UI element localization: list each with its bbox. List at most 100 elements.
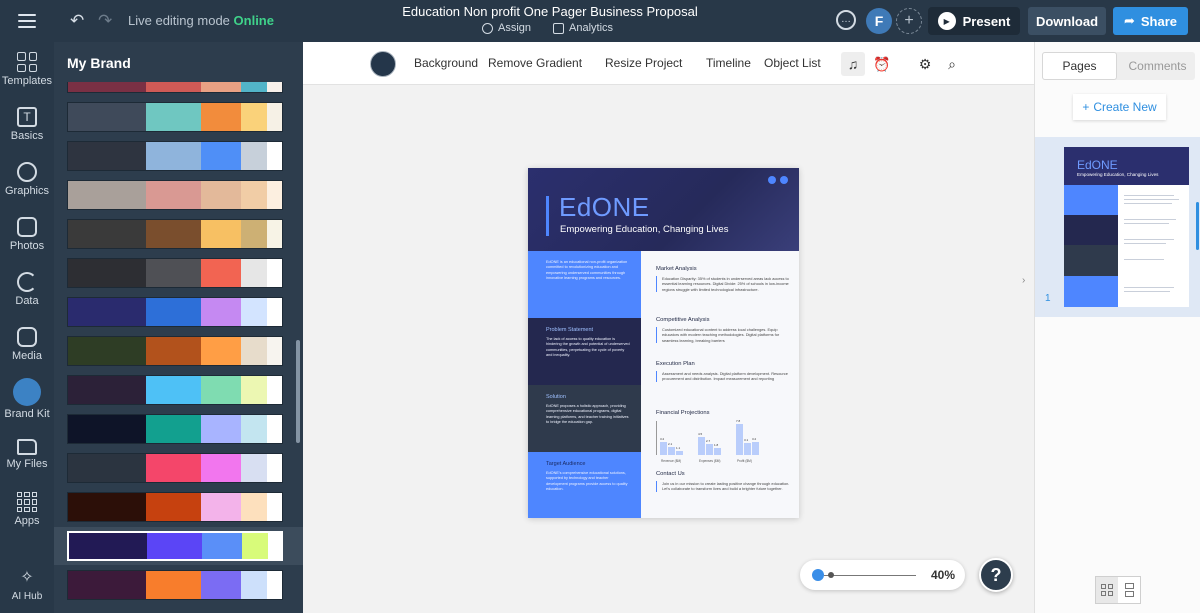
color-swatch[interactable]	[201, 181, 241, 209]
rail-item-my-files[interactable]: My Files	[0, 437, 54, 470]
color-swatch[interactable]	[202, 533, 242, 559]
financial-chart[interactable]: 3.2 2.1 1.1 Revenue ($M) 4.5 2.7 1.8 Expenses (…	[656, 419, 781, 463]
color-swatch[interactable]	[241, 181, 267, 209]
color-swatch[interactable]	[267, 103, 282, 131]
gear-icon[interactable]: ⚙	[913, 52, 937, 76]
color-swatch[interactable]	[146, 571, 201, 599]
palette-row[interactable]	[54, 137, 303, 175]
color-swatch[interactable]	[68, 415, 146, 443]
color-swatch[interactable]	[241, 337, 267, 365]
color-swatch[interactable]	[267, 493, 282, 521]
page-header[interactable]: EdONE Empowering Education, Changing Liv…	[528, 168, 799, 251]
color-swatch[interactable]	[201, 103, 241, 131]
search-image-icon[interactable]: ⌕	[940, 52, 964, 76]
color-swatch[interactable]	[267, 82, 282, 92]
color-swatch[interactable]	[146, 415, 201, 443]
color-swatch[interactable]	[201, 220, 241, 248]
color-swatch[interactable]	[201, 571, 241, 599]
competitive-analysis-section[interactable]: Competitive Analysis Customized educatio…	[656, 317, 791, 344]
rail-item-ai-hub[interactable]: ✧ AI Hub	[0, 568, 54, 602]
color-swatch[interactable]	[267, 259, 282, 287]
rail-item-brand-kit[interactable]: Brand Kit	[0, 378, 54, 420]
timeline-button[interactable]: Timeline	[706, 56, 751, 70]
panel-scrollbar[interactable]	[296, 340, 300, 443]
palette-row[interactable]	[54, 254, 303, 292]
document-page[interactable]: EdONE Empowering Education, Changing Liv…	[528, 168, 799, 518]
execution-plan-section[interactable]: Execution Plan Assessment and needs anal…	[656, 361, 791, 382]
color-swatch[interactable]	[201, 415, 241, 443]
palette-row[interactable]	[54, 527, 303, 565]
analytics-button[interactable]: Analytics	[553, 22, 613, 34]
color-swatch[interactable]	[241, 142, 267, 170]
color-swatch[interactable]	[69, 533, 147, 559]
palette-row[interactable]	[54, 176, 303, 214]
color-swatch[interactable]	[268, 533, 281, 559]
rail-item-photos[interactable]: Photos	[0, 217, 54, 252]
color-swatch[interactable]	[241, 571, 267, 599]
color-swatch[interactable]	[68, 142, 146, 170]
color-swatch[interactable]	[241, 103, 267, 131]
color-swatch[interactable]	[68, 103, 146, 131]
palette-row[interactable]	[54, 215, 303, 253]
palette-row[interactable]	[54, 488, 303, 526]
present-button[interactable]: ▶ Present	[928, 7, 1020, 35]
color-swatch[interactable]	[146, 82, 201, 92]
palette-row[interactable]	[54, 371, 303, 409]
share-button[interactable]: ➦ Share	[1113, 7, 1188, 35]
palette-row[interactable]	[54, 332, 303, 370]
hamburger-menu-icon[interactable]	[18, 14, 36, 28]
color-swatch[interactable]	[146, 142, 201, 170]
color-swatch[interactable]	[201, 376, 241, 404]
color-swatch[interactable]	[241, 493, 267, 521]
help-button[interactable]: ?	[979, 558, 1013, 592]
tab-pages[interactable]: Pages	[1042, 52, 1117, 80]
color-swatch[interactable]	[68, 571, 146, 599]
zoom-slider-knob[interactable]	[812, 569, 824, 581]
color-swatch[interactable]	[68, 298, 146, 326]
color-swatch[interactable]	[201, 493, 241, 521]
color-swatch[interactable]	[201, 337, 241, 365]
create-new-button[interactable]: + Create New	[1073, 94, 1166, 120]
color-swatch[interactable]	[241, 82, 267, 92]
zoom-track[interactable]	[824, 574, 916, 576]
grid-view-button[interactable]	[1096, 577, 1118, 603]
brand-tagline[interactable]: Empowering Education, Changing Lives	[560, 224, 728, 235]
palette-row[interactable]	[54, 293, 303, 331]
color-swatch[interactable]	[146, 103, 201, 131]
remove-gradient-button[interactable]: Remove Gradient	[488, 56, 582, 70]
resize-project-button[interactable]: Resize Project	[605, 56, 682, 70]
object-list-button[interactable]: Object List	[764, 56, 821, 70]
color-swatch[interactable]	[68, 337, 146, 365]
market-analysis-section[interactable]: Market Analysis Education Disparity: 35%…	[656, 266, 791, 293]
assign-button[interactable]: Assign	[482, 22, 531, 34]
problem-block[interactable]: Problem Statement The lack of access to …	[528, 318, 641, 385]
rail-item-data[interactable]: Data	[0, 272, 54, 307]
color-swatch[interactable]	[68, 181, 146, 209]
color-swatch[interactable]	[68, 493, 146, 521]
color-swatch[interactable]	[146, 298, 201, 326]
rail-item-templates[interactable]: Templates	[0, 52, 54, 87]
color-swatch[interactable]	[241, 298, 267, 326]
color-swatch[interactable]	[146, 454, 201, 482]
chat-icon[interactable]: …	[836, 10, 856, 30]
palette-row[interactable]	[54, 82, 303, 97]
color-swatch[interactable]	[201, 142, 241, 170]
color-swatch[interactable]	[68, 259, 146, 287]
rail-item-media[interactable]: Media	[0, 327, 54, 362]
color-swatch[interactable]	[267, 571, 282, 599]
color-swatch[interactable]	[267, 181, 282, 209]
twitter-icon[interactable]	[780, 176, 788, 184]
pages-panel-scrollbar[interactable]	[1196, 202, 1199, 250]
color-swatch[interactable]	[241, 220, 267, 248]
tab-comments[interactable]: Comments	[1120, 52, 1195, 80]
add-collaborator-icon[interactable]: +	[896, 8, 922, 34]
color-swatch[interactable]	[68, 82, 146, 92]
color-swatch[interactable]	[267, 454, 282, 482]
color-swatch[interactable]	[242, 533, 268, 559]
color-swatch[interactable]	[68, 454, 146, 482]
color-swatch[interactable]	[267, 337, 282, 365]
rail-item-basics[interactable]: T Basics	[0, 107, 54, 142]
background-color-swatch[interactable]	[370, 51, 396, 77]
background-button[interactable]: Background	[414, 56, 478, 70]
color-swatch[interactable]	[146, 181, 201, 209]
